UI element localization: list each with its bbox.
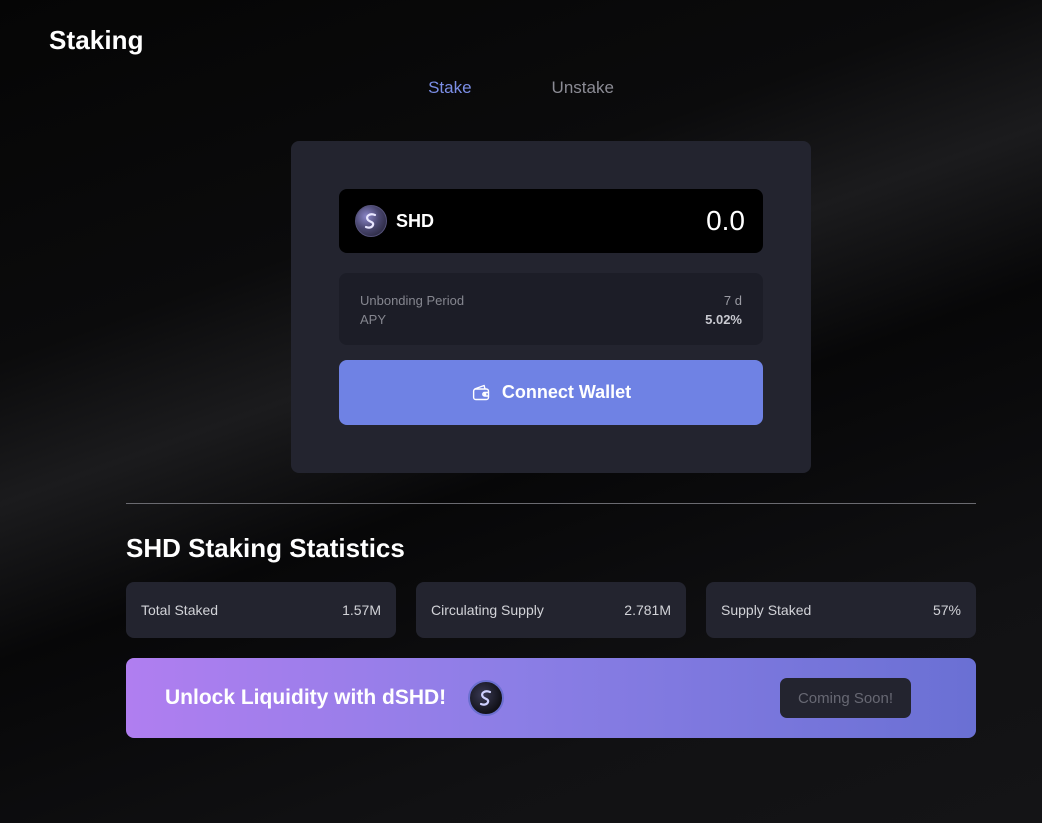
coming-soon-button[interactable]: Coming Soon! <box>780 678 911 718</box>
banner-text: Unlock Liquidity with dSHD! <box>165 686 447 709</box>
stat-label: Total Staked <box>141 602 219 618</box>
section-divider <box>126 503 976 504</box>
apy-label: APY <box>360 312 387 327</box>
stat-supply-staked: Supply Staked 57% <box>706 582 976 638</box>
tab-stake[interactable]: Stake <box>428 78 471 98</box>
stat-circulating-supply: Circulating Supply 2.781M <box>416 582 686 638</box>
shade-token-icon <box>355 205 387 237</box>
amount-input-box[interactable]: SHD <box>339 189 763 253</box>
apy-value: 5.02% <box>705 312 742 327</box>
wallet-icon <box>472 384 490 401</box>
stat-value: 2.781M <box>624 602 671 618</box>
stat-value: 57% <box>932 602 961 618</box>
stake-card: SHD Unbonding Period 7 d APY 5.02% Conne… <box>291 141 811 473</box>
token-symbol: SHD <box>396 210 435 231</box>
dshd-banner: Unlock Liquidity with dSHD! Coming Soon! <box>126 658 976 738</box>
stat-total-staked: Total Staked 1.57M <box>126 582 396 638</box>
dshd-token-icon <box>468 680 505 716</box>
tab-unstake[interactable]: Unstake <box>552 78 614 98</box>
amount-input[interactable] <box>585 205 745 237</box>
stake-tabs: Stake Unstake <box>0 78 1042 98</box>
connect-wallet-button[interactable]: Connect Wallet <box>339 360 763 425</box>
stat-value: 1.57M <box>342 602 381 618</box>
unbonding-period-value: 7 d <box>723 293 742 308</box>
stat-label: Circulating Supply <box>431 602 544 618</box>
page-title: Staking <box>49 25 144 55</box>
apy-row: APY 5.02% <box>360 310 742 329</box>
unbonding-period-label: Unbonding Period <box>360 293 465 308</box>
stat-label: Supply Staked <box>721 602 812 618</box>
stats-title: SHD Staking Statistics <box>126 533 405 563</box>
staking-info-box: Unbonding Period 7 d APY 5.02% <box>339 273 763 345</box>
unbonding-period-row: Unbonding Period 7 d <box>360 291 742 310</box>
connect-wallet-label: Connect Wallet <box>501 382 632 402</box>
